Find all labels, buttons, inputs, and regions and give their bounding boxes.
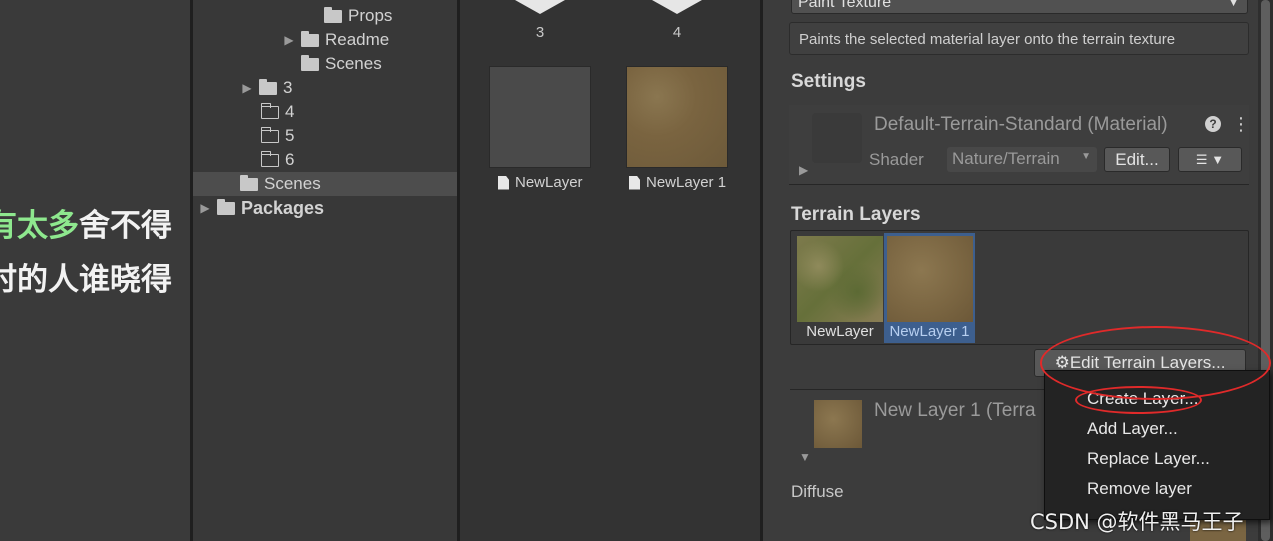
asset-label[interactable]: 3 — [525, 24, 555, 41]
tree-item-label: 4 — [285, 102, 295, 121]
terrain-layers-heading: Terrain Layers — [791, 204, 921, 225]
tree-item-6[interactable]: 6 — [193, 148, 457, 172]
tree-item-label: Props — [348, 6, 393, 25]
menu-item-replace-layer[interactable]: Replace Layer... — [1087, 449, 1210, 469]
menu-item-add-layer[interactable]: Add Layer... — [1087, 419, 1178, 439]
tree-item-label: 5 — [285, 126, 295, 145]
folder-icon — [324, 6, 342, 23]
folder-icon — [259, 78, 277, 95]
asset-label: NewLayer 1 — [646, 174, 727, 191]
tree-item-props[interactable]: Props — [193, 4, 457, 28]
tree-item-readme[interactable]: ▶ Readme — [193, 28, 457, 52]
tree-item-label: 3 — [283, 78, 293, 97]
shader-label: Shader — [869, 150, 924, 169]
expand-arrow-icon[interactable]: ▶ — [281, 33, 297, 47]
tree-item-packages[interactable]: ▶ Packages — [193, 196, 457, 220]
shader-value: Nature/Terrain — [952, 149, 1060, 168]
settings-heading: Settings — [791, 71, 866, 92]
empty-folder-icon — [260, 102, 279, 119]
asset-label: NewLayer — [515, 174, 583, 191]
tree-item-3[interactable]: ▶ 3 — [193, 76, 457, 100]
material-preview — [812, 113, 862, 163]
foldout-arrow-icon[interactable]: ▼ — [799, 450, 811, 464]
folder-icon — [217, 198, 235, 215]
subtitle-line-2: 时的人谁晓得 — [0, 262, 172, 298]
tree-item-scenes-root[interactable]: Scenes — [193, 172, 457, 196]
asset-item-newlayer-1[interactable]: NewLayer 1 — [629, 174, 726, 191]
expand-arrow-icon[interactable]: ▶ — [197, 201, 213, 215]
folder-asset-3-icon[interactable] — [515, 0, 565, 14]
selected-layer-name[interactable]: New Layer 1 (Terra — [874, 400, 1036, 422]
diffuse-label: Diffuse — [791, 482, 844, 501]
annotation-ellipse-create-layer — [1075, 386, 1202, 414]
subtitle-green-text: 有太多 — [0, 208, 79, 244]
watermark: CSDN @软件黑马王子 — [1030, 510, 1244, 534]
chevron-down-icon: ▼ — [1228, 0, 1239, 9]
subtitle-line-1: 有太多舍不得 — [0, 200, 172, 245]
folder-icon — [301, 54, 319, 71]
foldout-arrow-icon[interactable]: ▶ — [799, 163, 808, 177]
file-icon — [629, 175, 640, 190]
chevron-down-icon: ▼ — [1081, 151, 1091, 162]
tree-item-5[interactable]: 5 — [193, 124, 457, 148]
material-name: Default-Terrain-Standard (Material) — [874, 114, 1168, 135]
menu-item-remove-layer[interactable]: Remove layer — [1087, 479, 1192, 499]
asset-item-newlayer[interactable]: NewLayer — [498, 174, 583, 191]
layer-tile-label[interactable]: NewLayer — [797, 322, 883, 342]
tree-item-scenes[interactable]: Scenes — [193, 52, 457, 76]
asset-label[interactable]: 4 — [662, 24, 692, 41]
subtitle-white-text: 舍不得 — [79, 208, 172, 244]
tree-item-label: Packages — [241, 197, 325, 218]
tool-description: Paints the selected material layer onto … — [789, 22, 1249, 55]
layer-tile-newlayer[interactable] — [797, 236, 883, 322]
asset-thumbnail-newlayer[interactable] — [489, 66, 591, 168]
tree-item-label: Scenes — [264, 174, 321, 193]
folder-icon — [240, 174, 258, 191]
shader-dropdown[interactable]: Nature/Terrain ▼ — [947, 147, 1097, 172]
shader-options-button[interactable]: ☰ ▼ — [1178, 147, 1242, 172]
folder-icon — [301, 30, 319, 47]
empty-folder-icon — [260, 126, 279, 143]
asset-thumbnail-newlayer-1[interactable] — [626, 66, 728, 168]
empty-folder-icon — [260, 150, 279, 167]
file-icon — [498, 175, 509, 190]
paint-tool-value: Paint Texture — [798, 0, 892, 11]
expand-arrow-icon[interactable]: ▶ — [239, 81, 255, 95]
paint-tool-dropdown[interactable]: Paint Texture ▼ — [791, 0, 1248, 14]
edit-shader-button[interactable]: Edit... — [1104, 147, 1170, 172]
layer-tile-newlayer-1[interactable] — [887, 236, 973, 322]
video-subtitle-pane: 有太多舍不得 时的人谁晓得 — [0, 0, 190, 541]
tree-item-label: 6 — [285, 150, 295, 169]
selected-layer-preview — [814, 400, 862, 448]
tree-item-label: Readme — [325, 30, 390, 49]
layer-tile-label[interactable]: NewLayer 1 — [884, 322, 975, 342]
project-folder-tree: Props ▶ Readme Scenes ▶ 3 4 5 6 Scenes ▶… — [193, 0, 457, 541]
folder-asset-4-icon[interactable] — [652, 0, 702, 14]
unity-editor-screen: 有太多舍不得 时的人谁晓得 Props ▶ Readme Scenes ▶ 3 … — [0, 0, 1273, 541]
list-icon: ☰ ▼ — [1195, 152, 1225, 167]
help-icon[interactable]: ? — [1205, 116, 1221, 132]
tree-item-label: Scenes — [325, 54, 382, 73]
tree-item-4[interactable]: 4 — [193, 100, 457, 124]
kebab-menu-icon[interactable]: ⋮ — [1232, 114, 1250, 134]
